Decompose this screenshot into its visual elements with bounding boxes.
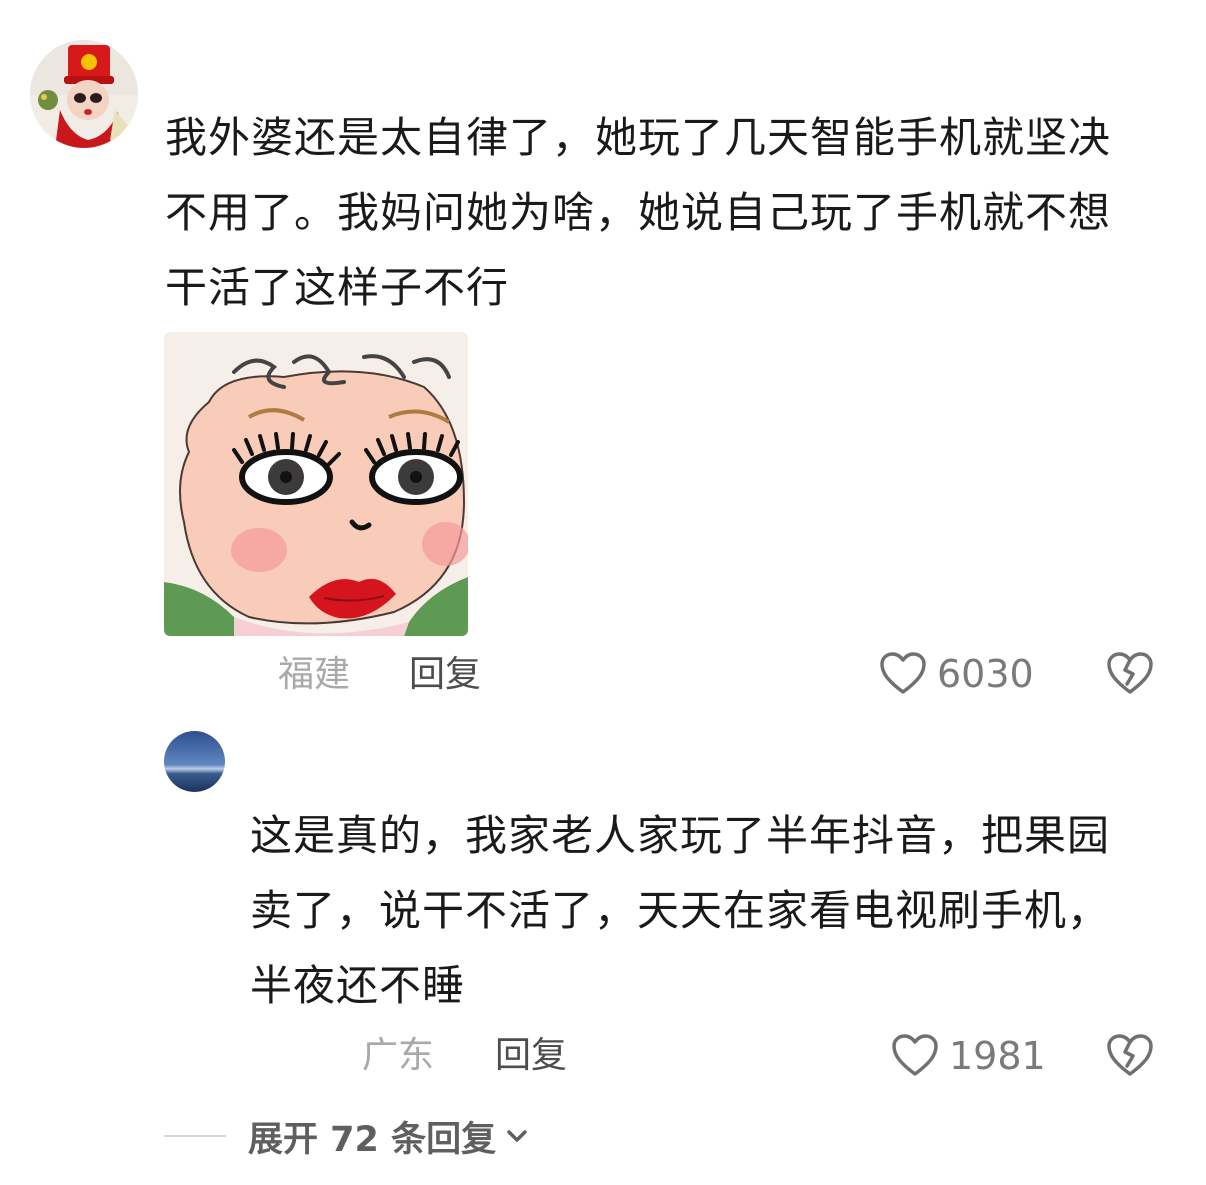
reply-location: 广东 (362, 1035, 435, 1076)
comment-text: 我外婆还是太自律了，她玩了几天智能手机就坚决 不用了。我妈问她为啥，她说自己玩了… (165, 100, 1111, 325)
comment-text-line: 干活了这样子不行 (165, 263, 510, 312)
reply-text-line: 这是真的，我家老人家玩了半年抖音，把果园 (250, 811, 1111, 860)
like-count: 1981 (949, 1034, 1046, 1078)
avatar[interactable] (30, 40, 138, 148)
chevron-down-icon (507, 1130, 527, 1142)
reply-avatar[interactable] (164, 731, 225, 792)
expand-replies-label: 展开 72 条回复 (248, 1119, 497, 1160)
comment-location: 福建 (278, 654, 351, 695)
reply-text-line: 半夜还不睡 (250, 961, 466, 1010)
like-count: 6030 (937, 652, 1034, 696)
avatar-image (30, 40, 138, 148)
broken-heart-icon[interactable] (1105, 650, 1155, 696)
reply-text: 这是真的，我家老人家玩了半年抖音，把果园 卖了，说干不活了，天天在家看电视刷手机… (250, 798, 1110, 1023)
heart-outline-icon[interactable] (890, 1032, 940, 1078)
avatar-image (164, 731, 225, 792)
comment-text-line: 不用了。我妈问她为啥，她说自己玩了手机就不想 (165, 188, 1112, 237)
comment-sticker-image[interactable] (164, 332, 468, 636)
comment-text-line: 我外婆还是太自律了，她玩了几天智能手机就坚决 (165, 113, 1112, 162)
divider-line (164, 1135, 226, 1137)
cartoon-face-sticker (164, 332, 468, 636)
heart-outline-icon[interactable] (878, 650, 928, 696)
broken-heart-icon[interactable] (1105, 1032, 1155, 1078)
reply-text-line: 卖了，说干不活了，天天在家看电视刷手机， (250, 886, 1111, 935)
reply-button[interactable]: 回复 (409, 655, 481, 695)
reply-button[interactable]: 回复 (495, 1036, 567, 1076)
expand-replies-button[interactable]: 展开 72 条回复 (164, 1114, 532, 1160)
